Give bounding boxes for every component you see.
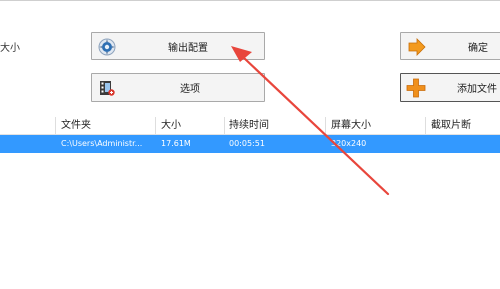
annotation-arrow bbox=[231, 46, 390, 196]
